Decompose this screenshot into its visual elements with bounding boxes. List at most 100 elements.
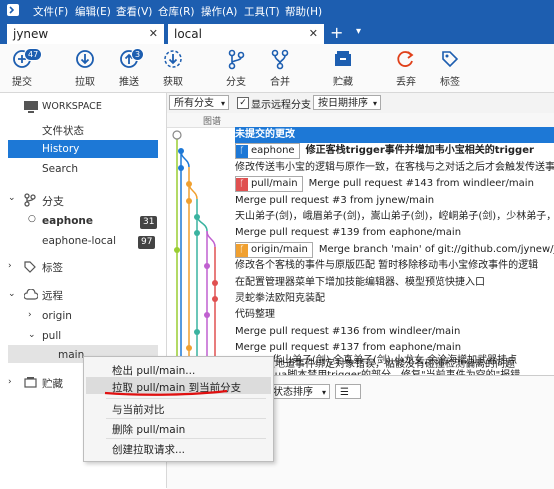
menu-tools[interactable]: 工具(T) [244,4,280,19]
file-sort-dropdown[interactable]: 状态排序 ▾ [268,384,330,399]
stash-icon [24,377,37,388]
stash-header[interactable]: 贮藏 [42,376,63,391]
sort-value: 按日期排序 [318,98,368,109]
commit-message: 修改各个客栈的事件与原版匹配 暂时移除移动韦小宝修改事件的逻辑 [235,260,539,272]
menu-item-checkout[interactable]: 检出 pull/main... [112,363,195,378]
commit-message: 修改传送韦小宝的逻辑与原作一致，在客栈与之对话之后才会触发传送事件 | [235,161,554,173]
commit-label: 提交 [12,77,32,88]
stash-button[interactable]: 贮藏 [325,48,361,88]
commit-row[interactable]: 代码整理 [167,307,554,323]
menu-actions[interactable]: 操作(A) [201,4,237,19]
sidebar-item-remote-pull[interactable]: pull [42,330,61,342]
commit-message: 华山弟子(剑),全真弟子(剑),小龙女,余沧海增加武器挂点 [272,355,518,366]
chevron-right-icon[interactable]: › [28,310,32,320]
commit-row[interactable]: Merge pull request #139 from eaphone/mai… [167,225,554,241]
remotes-header[interactable]: 远程 [42,288,63,303]
remote-ref-label: origin/main [251,243,308,255]
show-remote-label: 显示远程分支 [251,100,311,111]
chevron-down-icon[interactable]: ⌄ [28,330,36,340]
branch-filter-dropdown[interactable]: 所有分支 ▾ [169,95,229,110]
commit-row[interactable]: ᚴ eaphone 修正客栈trigger事件并增加韦小宝相关的trigger [167,143,554,160]
sidebar-item-branch-eaphone-local[interactable]: eaphone-local [42,235,116,247]
chevron-down-icon[interactable]: ⌄ [8,289,16,299]
commit-message: Merge pull request #136 from windleer/ma… [235,325,461,337]
close-icon[interactable]: ✕ [309,24,318,44]
branch-ref-eaphone[interactable]: ᚴ eaphone [235,143,300,160]
branch-filter-value: 所有分支 [174,98,214,109]
commit-message: 未提交的更改 [235,129,295,140]
commit-message: Merge pull request #139 from eaphone/mai… [235,227,462,239]
commit-row[interactable]: ᚴ origin/main Merge branch 'main' of git:/… [167,241,554,258]
commit-row[interactable]: Merge pull request #3 from jynew/main [167,193,554,209]
commit-row[interactable]: ᚴ pull/main Merge pull request #143 from w… [167,176,554,193]
commit-row[interactable]: 华山弟子(剑),全真弟子(剑),小龙女,余沧海增加武器挂点 [272,353,554,369]
sidebar-item-remote-origin[interactable]: origin [42,310,72,322]
branch-icon [24,193,36,207]
tag-icon [442,51,459,68]
commit-message: 代码整理 [235,309,275,321]
sidebar-item-remote-pull-main[interactable]: main [58,349,84,361]
sidebar-item-history-selected[interactable] [8,140,158,158]
current-branch-icon: ○ [28,214,36,224]
new-tab-button[interactable]: + [330,23,343,42]
pull-icon [76,50,94,68]
menu-item-create-pr[interactable]: 创建拉取请求... [112,442,185,457]
push-button[interactable]: 3 推送 [111,48,147,88]
pull-button[interactable]: 拉取 [67,48,103,88]
fetch-label: 获取 [163,77,183,88]
cloud-icon [24,289,38,300]
commit-message: 在配置管理器菜单下增加技能编辑器、模型预览快捷入口 [235,276,485,288]
commit-row[interactable]: 修改传送韦小宝的逻辑与原作一致，在客栈与之对话之后才会触发传送事件 | [167,160,554,176]
branch-ref-label: eaphone [251,145,295,157]
tag-button[interactable]: 标签 [432,48,468,88]
remote-ref-origin-main[interactable]: ᚴ origin/main [235,241,313,258]
sidebar-item-file-status[interactable]: 文件状态 [42,123,84,138]
discard-button[interactable]: 丢弃 [388,48,424,88]
commit-badge: 47 [24,48,43,61]
commit-button[interactable]: 47 提交 [4,48,43,88]
discard-label: 丢弃 [396,77,416,88]
menu-view[interactable]: 查看(V) [116,4,152,19]
fetch-button[interactable]: 获取 [155,48,191,88]
chevron-right-icon[interactable]: › [8,377,12,387]
filter-bar: 所有分支 ▾ ✓ 显示远程分支 按日期排序 ▾ [167,93,554,114]
menu-item-diff[interactable]: 与当前对比 [112,402,165,417]
view-mode-dropdown[interactable]: ☰ [335,384,361,399]
tab-local-label: local [174,27,202,41]
file-sort-value: 状态排序 [273,387,313,398]
commit-row[interactable]: Merge pull request #136 from windleer/ma… [167,324,554,340]
commit-message: Merge pull request #3 from jynew/main [235,194,435,206]
commit-row[interactable]: 天山弟子(剑)，峨眉弟子(剑)，嵩山弟子(剑)，崆峒弟子(剑)，少林弟子，左冷 [167,209,554,225]
branches-header[interactable]: 分支 [42,193,64,209]
show-remote-checkbox[interactable]: ✓ [237,97,249,109]
sidebar-item-history[interactable]: History [42,143,79,155]
sidebar-item-search[interactable]: Search [42,163,78,175]
tab-jynew[interactable]: jynew ✕ [7,24,164,44]
tags-header[interactable]: 标签 [42,260,63,275]
menu-repository[interactable]: 仓库(R) [158,4,195,19]
menu-edit[interactable]: 编辑(E) [75,4,111,19]
branch-button[interactable]: 分支 [218,48,254,88]
commit-row[interactable]: 灵蛇拳法欧阳克装配 [167,291,554,307]
sidebar-item-branch-eaphone[interactable]: eaphone [42,215,93,227]
menu-item-delete[interactable]: 删除 pull/main [112,422,185,437]
sort-dropdown[interactable]: 按日期排序 ▾ [313,95,381,110]
branch-count-badge: 97 [138,236,156,249]
chevron-down-icon[interactable]: ⌄ [8,193,16,203]
menu-file[interactable]: 文件(F) [33,4,68,19]
discard-icon [397,51,414,67]
chevron-right-icon[interactable]: › [8,261,12,271]
commit-row[interactable]: 在配置管理器菜单下增加技能编辑器、模型预览快捷入口 [167,275,554,291]
menu-help[interactable]: 帮助(H) [285,4,322,19]
remote-ref-pull-main[interactable]: ᚴ pull/main [235,176,303,193]
commit-row[interactable]: 修改各个客栈的事件与原版匹配 暂时移除移动韦小宝修改事件的逻辑 [167,258,554,274]
menu-divider [106,438,266,439]
tab-menu-button[interactable]: ▾ [356,26,361,37]
merge-button[interactable]: 合并 [262,48,298,88]
tab-local[interactable]: local ✕ [168,24,324,44]
remote-branch-icon: ᚴ [236,178,248,192]
merge-icon [271,49,289,70]
close-icon[interactable]: ✕ [149,24,158,44]
graph-column-header[interactable]: 图谱 [203,114,221,127]
commit-row-uncommitted[interactable]: 未提交的更改 [235,127,554,144]
